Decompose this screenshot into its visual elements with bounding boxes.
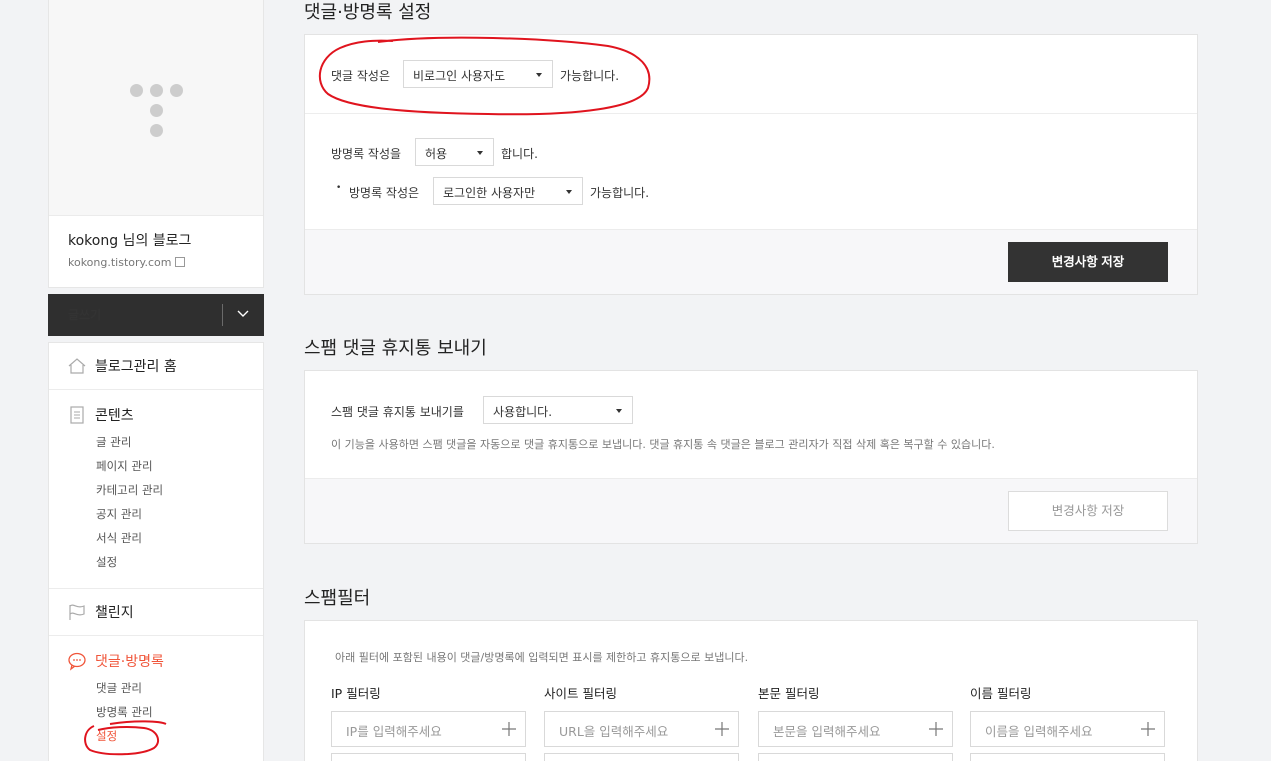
divider bbox=[305, 113, 1197, 114]
comment-write-suffix: 가능합니다. bbox=[560, 69, 620, 83]
name-filter-label: 이름 필터링 bbox=[970, 686, 1032, 701]
caret-down-icon bbox=[536, 73, 542, 77]
guestbook-write-suffix: 가능합니다. bbox=[590, 186, 650, 200]
blog-name[interactable]: kokong 님의 블로그 bbox=[68, 230, 191, 250]
body-filter-label: 본문 필터링 bbox=[758, 686, 820, 701]
name-filter-input[interactable]: 이름을 입력해주세요 bbox=[970, 711, 1165, 747]
menu-section-challenge: 챌린지 bbox=[49, 589, 263, 636]
sidebar-item-contents[interactable]: 콘텐츠 bbox=[95, 405, 134, 425]
guestbook-allow-select[interactable]: 허용 bbox=[415, 138, 494, 166]
guestbook-allow-label: 방명록 작성을 bbox=[331, 147, 402, 161]
menu-section-comments: 댓글·방명록 댓글 관리 방명록 관리 설정 bbox=[49, 636, 263, 761]
comment-write-label: 댓글 작성은 bbox=[331, 69, 391, 83]
menu-section-contents: 콘텐츠 글 관리 페이지 관리 카테고리 관리 공지 관리 서식 관리 설정 bbox=[49, 390, 263, 589]
write-button-label[interactable]: 글쓰기 bbox=[68, 306, 101, 323]
guestbook-allow-suffix: 합니다. bbox=[501, 147, 538, 161]
spam-filter-card: 아래 필터에 포함된 내용이 댓글/방명록에 입력되면 표시를 제한하고 휴지통… bbox=[304, 620, 1198, 761]
spam-trash-description: 이 기능을 사용하면 스팸 댓글을 자동으로 댓글 휴지통으로 보냅니다. 댓글… bbox=[331, 438, 995, 451]
bullet: • bbox=[336, 183, 342, 193]
caret-down-icon bbox=[477, 151, 483, 155]
save-changes-button[interactable]: 변경사항 저장 bbox=[1008, 242, 1168, 282]
write-post-button[interactable]: 글쓰기 bbox=[48, 294, 264, 336]
sidebar-item-pages[interactable]: 페이지 관리 bbox=[96, 458, 153, 474]
plus-icon[interactable] bbox=[1140, 721, 1156, 737]
input-placeholder: 이름을 입력해주세요 bbox=[985, 724, 1093, 739]
select-value: 사용합니다. bbox=[493, 405, 553, 419]
select-value: 비로그인 사용자도 bbox=[413, 69, 506, 83]
logo-dot bbox=[130, 84, 143, 97]
select-value: 허용 bbox=[425, 147, 448, 161]
section-title-spam-filter: 스팸필터 bbox=[304, 588, 371, 609]
plus-icon[interactable] bbox=[714, 721, 730, 737]
comment-settings-card: 댓글 작성은 비로그인 사용자도 가능합니다. 방명록 작성을 허용 합니다. … bbox=[304, 34, 1198, 295]
sidebar-item-templates[interactable]: 서식 관리 bbox=[96, 530, 142, 546]
spam-trash-select[interactable]: 사용합니다. bbox=[483, 396, 633, 424]
logo-dot bbox=[170, 84, 183, 97]
select-value: 로그인한 사용자만 bbox=[443, 186, 536, 200]
spam-filter-description: 아래 필터에 포함된 내용이 댓글/방명록에 입력되면 표시를 제한하고 휴지통… bbox=[335, 651, 749, 664]
input-placeholder: IP를 입력해주세요 bbox=[346, 724, 442, 739]
sidebar-item-comment-settings[interactable]: 설정 bbox=[96, 728, 117, 744]
name-filter-list bbox=[970, 753, 1165, 761]
speech-bubble-icon bbox=[68, 652, 86, 671]
ip-filter-label: IP 필터링 bbox=[331, 686, 381, 701]
card-footer: 변경사항 저장 bbox=[305, 478, 1197, 543]
plus-icon[interactable] bbox=[501, 721, 517, 737]
sidebar-item-categories[interactable]: 카테고리 관리 bbox=[96, 482, 163, 498]
sidebar-menu: 블로그관리 홈 콘텐츠 글 관리 페이지 관리 카테고리 관리 공지 관리 서식… bbox=[48, 342, 264, 761]
section-title-comment-settings: 댓글·방명록 설정 bbox=[304, 2, 432, 23]
blog-logo bbox=[49, 0, 263, 216]
external-link-icon bbox=[175, 257, 186, 267]
caret-down-icon bbox=[616, 409, 622, 413]
sidebar-item-content-settings[interactable]: 설정 bbox=[96, 554, 117, 570]
chevron-down-icon[interactable] bbox=[235, 305, 251, 321]
site-filter-label: 사이트 필터링 bbox=[544, 686, 617, 701]
sidebar-item-notices[interactable]: 공지 관리 bbox=[96, 506, 142, 522]
sidebar-item-home[interactable]: 블로그관리 홈 bbox=[95, 356, 177, 376]
ip-filter-list bbox=[331, 753, 526, 761]
profile-card: kokong 님의 블로그 kokong.tistory.com bbox=[48, 0, 264, 288]
logo-dot bbox=[150, 84, 163, 97]
body-filter-list bbox=[758, 753, 953, 761]
logo-dot bbox=[150, 104, 163, 117]
logo-dot bbox=[150, 124, 163, 137]
input-placeholder: 본문을 입력해주세요 bbox=[773, 724, 881, 739]
blog-url[interactable]: kokong.tistory.com bbox=[68, 256, 171, 269]
site-filter-input[interactable]: URL을 입력해주세요 bbox=[544, 711, 739, 747]
blog-url-link[interactable]: kokong.tistory.com bbox=[68, 256, 186, 269]
section-title-spam-trash: 스팸 댓글 휴지통 보내기 bbox=[304, 338, 487, 359]
input-placeholder: URL을 입력해주세요 bbox=[559, 724, 669, 739]
comment-permission-select[interactable]: 비로그인 사용자도 bbox=[403, 60, 553, 88]
sidebar-item-guestbook-manage[interactable]: 방명록 관리 bbox=[96, 704, 153, 720]
spam-trash-card: 스팸 댓글 휴지통 보내기를 사용합니다. 이 기능을 사용하면 스팸 댓글을 … bbox=[304, 370, 1198, 544]
sidebar-item-comment-manage[interactable]: 댓글 관리 bbox=[96, 680, 142, 696]
document-icon bbox=[70, 406, 84, 424]
home-icon bbox=[68, 358, 86, 374]
ip-filter-input[interactable]: IP를 입력해주세요 bbox=[331, 711, 526, 747]
menu-section-home: 블로그관리 홈 bbox=[49, 343, 263, 390]
site-filter-list bbox=[544, 753, 739, 761]
card-footer: 변경사항 저장 bbox=[305, 229, 1197, 294]
sidebar-item-comments[interactable]: 댓글·방명록 bbox=[95, 651, 164, 671]
sidebar-item-challenge[interactable]: 챌린지 bbox=[95, 602, 134, 622]
flag-icon bbox=[69, 604, 85, 620]
guestbook-write-label: 방명록 작성은 bbox=[349, 186, 420, 200]
save-changes-button[interactable]: 변경사항 저장 bbox=[1008, 491, 1168, 531]
write-button-divider bbox=[222, 304, 223, 326]
spam-trash-label: 스팸 댓글 휴지통 보내기를 bbox=[331, 405, 464, 419]
sidebar-item-posts[interactable]: 글 관리 bbox=[96, 434, 131, 450]
guestbook-write-select[interactable]: 로그인한 사용자만 bbox=[433, 177, 583, 205]
body-filter-input[interactable]: 본문을 입력해주세요 bbox=[758, 711, 953, 747]
plus-icon[interactable] bbox=[928, 721, 944, 737]
caret-down-icon bbox=[566, 190, 572, 194]
